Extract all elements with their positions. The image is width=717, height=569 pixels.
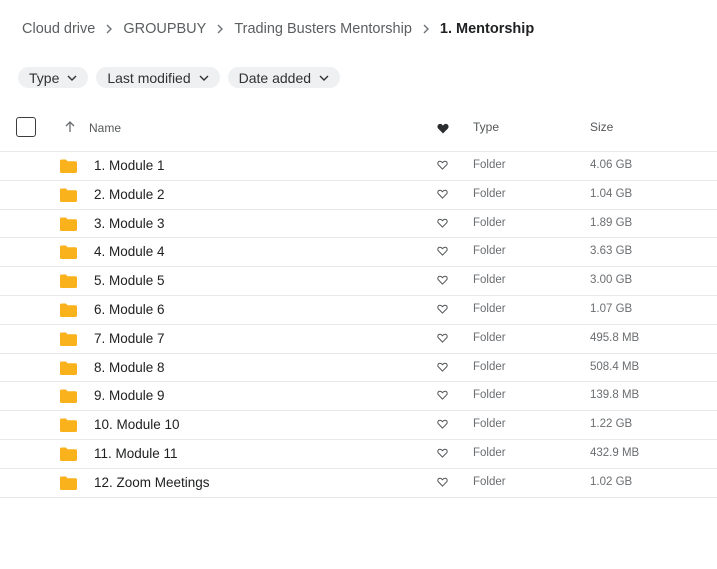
chevron-down-icon [67, 75, 77, 81]
row-size: 3.00 GB [590, 274, 633, 287]
row-name: 4. Module 4 [94, 244, 165, 260]
filter-type-button[interactable]: Type [18, 67, 89, 88]
filter-date-added-label: Date added [238, 69, 312, 86]
row-name: 8. Module 8 [94, 359, 165, 375]
table-row[interactable]: 4. Module 4 Folder 3.63 GB [0, 238, 717, 268]
row-name: 9. Module 9 [94, 388, 165, 404]
row-name: 6. Module 6 [94, 301, 165, 317]
row-name: 11. Module 11 [94, 445, 178, 461]
table-row[interactable]: 10. Module 10 Folder 1.22 GB [0, 411, 717, 440]
row-size: 4.06 GB [590, 159, 633, 171]
table-row[interactable]: 11. Module 11 Folder 432.9 MB [0, 440, 717, 469]
heart-outline-icon[interactable] [437, 304, 448, 314]
row-name: 5. Module 5 [94, 273, 165, 289]
table-row[interactable]: 7. Module 7 Folder 495.8 MB [0, 325, 717, 354]
row-name: 1. Module 1 [94, 158, 165, 173]
heart-outline-icon[interactable] [437, 419, 448, 429]
heart-outline-icon[interactable] [437, 448, 448, 458]
row-type: Folder [473, 446, 506, 459]
favourite-column-heart-icon [437, 121, 449, 139]
heart-outline-icon[interactable] [437, 477, 448, 487]
row-size: 139.8 MB [590, 389, 640, 402]
table-row[interactable]: 6. Module 6 Folder 1.07 GB [0, 296, 717, 325]
heart-outline-icon[interactable] [437, 333, 448, 343]
filter-last-modified-label: Last modified [107, 69, 191, 86]
row-type: Folder [473, 159, 506, 171]
chevron-right-icon [105, 24, 113, 34]
table-header: Name Type Size [0, 114, 717, 152]
folder-icon [60, 245, 77, 260]
row-size: 1.22 GB [590, 418, 633, 431]
breadcrumb-groupbuy[interactable]: GROUPBUY [123, 21, 206, 37]
heart-outline-icon[interactable] [437, 362, 448, 372]
row-type: Folder [473, 389, 506, 402]
folder-icon [60, 159, 77, 173]
folder-icon [60, 476, 77, 490]
row-size: 1.04 GB [590, 187, 633, 200]
row-type: Folder [473, 216, 506, 229]
heart-outline-icon[interactable] [437, 189, 448, 199]
table-row[interactable]: 1. Module 1 Folder 4.06 GB [0, 152, 717, 181]
folder-icon [60, 332, 77, 346]
row-size: 495.8 MB [590, 331, 640, 344]
row-name: 12. Zoom Meetings [94, 474, 210, 490]
heart-outline-icon[interactable] [437, 246, 448, 257]
row-size: 508.4 MB [590, 360, 640, 373]
row-size: 1.07 GB [590, 302, 633, 315]
folder-icon [60, 418, 77, 433]
file-list: 1. Module 1 Folder 4.06 GB 2. Module 2 F… [0, 152, 717, 498]
row-name: 3. Module 3 [94, 215, 165, 231]
chevron-down-icon [199, 75, 209, 81]
column-header-size[interactable]: Size [590, 120, 613, 134]
select-all-checkbox[interactable] [16, 117, 36, 137]
heart-outline-icon[interactable] [437, 160, 448, 170]
chevron-down-icon [319, 75, 329, 81]
row-type: Folder [473, 360, 506, 373]
folder-icon [60, 274, 77, 289]
sort-ascending-icon[interactable] [64, 120, 76, 138]
breadcrumb-cloud-drive[interactable]: Cloud drive [22, 21, 95, 37]
row-size: 432.9 MB [590, 446, 640, 459]
chevron-right-icon [216, 24, 224, 34]
table-row[interactable]: 5. Module 5 Folder 3.00 GB [0, 267, 717, 296]
row-type: Folder [473, 245, 506, 258]
folder-icon [60, 447, 77, 461]
filter-last-modified-button[interactable]: Last modified [96, 67, 220, 88]
column-header-name[interactable]: Name [89, 121, 121, 135]
row-type: Folder [473, 418, 506, 431]
table-row[interactable]: 12. Zoom Meetings Folder 1.02 GB [0, 469, 717, 498]
row-size: 1.02 GB [590, 475, 633, 488]
row-type: Folder [473, 274, 506, 287]
folder-icon [60, 188, 77, 202]
row-type: Folder [473, 187, 506, 200]
column-header-type[interactable]: Type [473, 120, 499, 134]
table-row[interactable]: 3. Module 3 Folder 1.89 GB [0, 210, 717, 239]
chevron-right-icon [422, 24, 430, 34]
filter-date-added-button[interactable]: Date added [227, 67, 341, 88]
row-type: Folder [473, 475, 506, 488]
row-size: 3.63 GB [590, 245, 633, 258]
table-row[interactable]: 9. Module 9 Folder 139.8 MB [0, 382, 717, 412]
breadcrumb-trading-busters-mentorship[interactable]: Trading Busters Mentorship [234, 21, 412, 37]
filter-bar: Type Last modified Date added [18, 67, 341, 88]
row-size: 1.89 GB [590, 216, 633, 229]
row-name: 10. Module 10 [94, 417, 180, 433]
table-row[interactable]: 2. Module 2 Folder 1.04 GB [0, 181, 717, 210]
breadcrumb: Cloud drive GROUPBUY Trading Busters Men… [22, 21, 534, 37]
row-name: 7. Module 7 [94, 330, 165, 346]
heart-outline-icon[interactable] [437, 218, 448, 228]
row-type: Folder [473, 331, 506, 344]
breadcrumb-current-folder: 1. Mentorship [439, 21, 535, 37]
filter-type-label: Type [29, 69, 60, 86]
heart-outline-icon[interactable] [437, 390, 448, 401]
row-type: Folder [473, 302, 506, 315]
folder-icon [60, 361, 77, 375]
table-row[interactable]: 8. Module 8 Folder 508.4 MB [0, 354, 717, 383]
folder-icon [60, 217, 77, 231]
folder-icon [60, 303, 77, 317]
heart-outline-icon[interactable] [437, 275, 448, 285]
folder-icon [60, 389, 77, 404]
row-name: 2. Module 2 [94, 186, 165, 202]
